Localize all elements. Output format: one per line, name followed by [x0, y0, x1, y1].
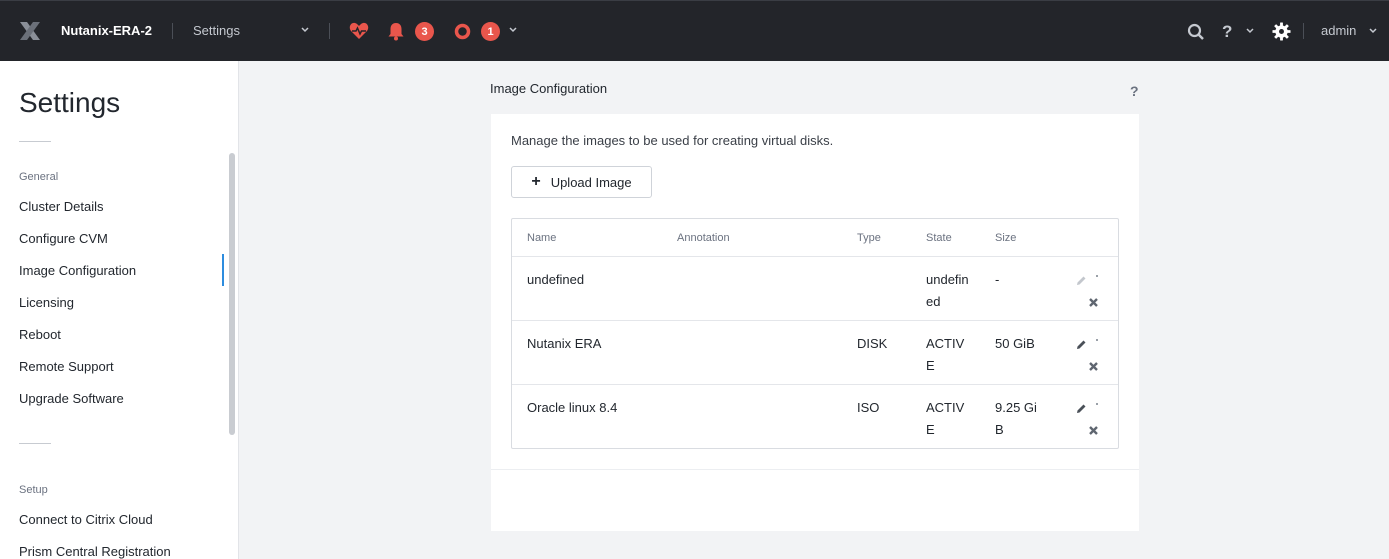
chevron-down-icon[interactable]	[508, 24, 518, 36]
pencil-icon[interactable]	[1076, 401, 1087, 419]
image-name: Nutanix ERA	[527, 336, 602, 351]
image-name: undefined	[527, 272, 585, 287]
table-row: Oracle linux 8.4 ISO ACTIVE 9.25 GiB	[512, 385, 1118, 449]
sidebar-section-general: General	[19, 171, 59, 183]
images-table: Name Annotation Type State Size undefine…	[511, 218, 1119, 449]
close-icon[interactable]	[1088, 359, 1099, 377]
image-size: -	[995, 272, 1000, 287]
divider	[1303, 23, 1304, 39]
separator-dot	[1096, 339, 1098, 341]
pencil-icon[interactable]	[1076, 337, 1087, 355]
sidebar-item-licensing[interactable]: Licensing	[0, 286, 224, 318]
upload-image-button[interactable]: + Upload Image	[511, 166, 652, 198]
plus-icon: +	[531, 173, 541, 190]
sidebar-item-image-configuration[interactable]: Image Configuration	[0, 254, 224, 286]
nutanix-logo-icon[interactable]	[18, 19, 42, 43]
divider	[491, 469, 1139, 470]
image-state: undefined	[926, 272, 969, 309]
image-name: Oracle linux 8.4	[527, 400, 618, 415]
table-row: undefined undefined -	[512, 257, 1118, 321]
divider	[19, 141, 51, 142]
pencil-icon[interactable]	[1076, 273, 1087, 291]
sidebar-item-prism-central-registration[interactable]: Prism Central Registration	[0, 535, 224, 559]
description-text: Manage the images to be used for creatin…	[511, 133, 834, 148]
main-menu-select[interactable]: Settings	[193, 23, 240, 38]
sidebar-scrollbar[interactable]	[229, 153, 235, 435]
cluster-name[interactable]: Nutanix-ERA-2	[61, 23, 152, 38]
help-button[interactable]: ?	[1130, 83, 1139, 99]
sidebar-title: Settings	[19, 87, 121, 118]
column-header-name[interactable]: Name	[527, 232, 556, 244]
sidebar-item-configure-cvm[interactable]: Configure CVM	[0, 222, 224, 254]
column-header-state[interactable]: State	[926, 232, 952, 244]
bell-icon[interactable]	[387, 22, 405, 41]
table-header: Name Annotation Type State Size	[512, 219, 1118, 257]
chevron-down-icon[interactable]	[300, 23, 310, 37]
tasks-ring-icon[interactable]	[454, 23, 471, 40]
image-type: ISO	[857, 400, 880, 415]
divider	[172, 23, 173, 39]
sidebar-item-upgrade-software[interactable]: Upgrade Software	[0, 382, 224, 414]
table-row: Nutanix ERA DISK ACTIVE 50 GiB	[512, 321, 1118, 385]
sidebar-item-cluster-details[interactable]: Cluster Details	[0, 190, 224, 222]
sidebar-item-remote-support[interactable]: Remote Support	[0, 350, 224, 382]
separator-dot	[1096, 403, 1098, 405]
image-state: ACTIVE	[926, 336, 965, 373]
sidebar-section-setup: Setup	[19, 484, 48, 496]
page-title: Image Configuration	[490, 81, 608, 96]
upload-image-label: Upload Image	[550, 174, 632, 190]
tasks-count-badge[interactable]: 1	[481, 22, 500, 41]
divider	[19, 443, 51, 444]
separator-dot	[1096, 275, 1098, 277]
divider	[329, 23, 330, 39]
sidebar-item-reboot[interactable]: Reboot	[0, 318, 224, 350]
search-icon[interactable]	[1187, 23, 1205, 41]
close-icon[interactable]	[1088, 423, 1099, 441]
gear-icon[interactable]	[1272, 22, 1291, 41]
image-configuration-card: Manage the images to be used for creatin…	[491, 114, 1139, 531]
close-icon[interactable]	[1088, 295, 1099, 313]
sidebar-item-connect-citrix-cloud[interactable]: Connect to Citrix Cloud	[0, 503, 224, 535]
column-header-annotation[interactable]: Annotation	[677, 232, 730, 244]
user-menu[interactable]: admin	[1321, 23, 1356, 38]
settings-sidebar: Settings General Cluster Details Configu…	[0, 61, 239, 559]
alerts-count-badge[interactable]: 3	[415, 22, 434, 41]
image-size: 9.25 GiB	[995, 400, 1037, 437]
image-size: 50 GiB	[995, 336, 1035, 351]
column-header-size[interactable]: Size	[995, 232, 1016, 244]
column-header-type[interactable]: Type	[857, 232, 881, 244]
top-navigation-bar: Nutanix-ERA-2 Settings 3 1 ? admin	[0, 0, 1389, 61]
image-state: ACTIVE	[926, 400, 965, 437]
chevron-down-icon[interactable]	[1245, 25, 1255, 37]
chevron-down-icon[interactable]	[1368, 25, 1378, 37]
health-heart-icon[interactable]	[349, 22, 369, 40]
help-menu-button[interactable]: ?	[1222, 22, 1232, 42]
image-type: DISK	[857, 336, 888, 351]
